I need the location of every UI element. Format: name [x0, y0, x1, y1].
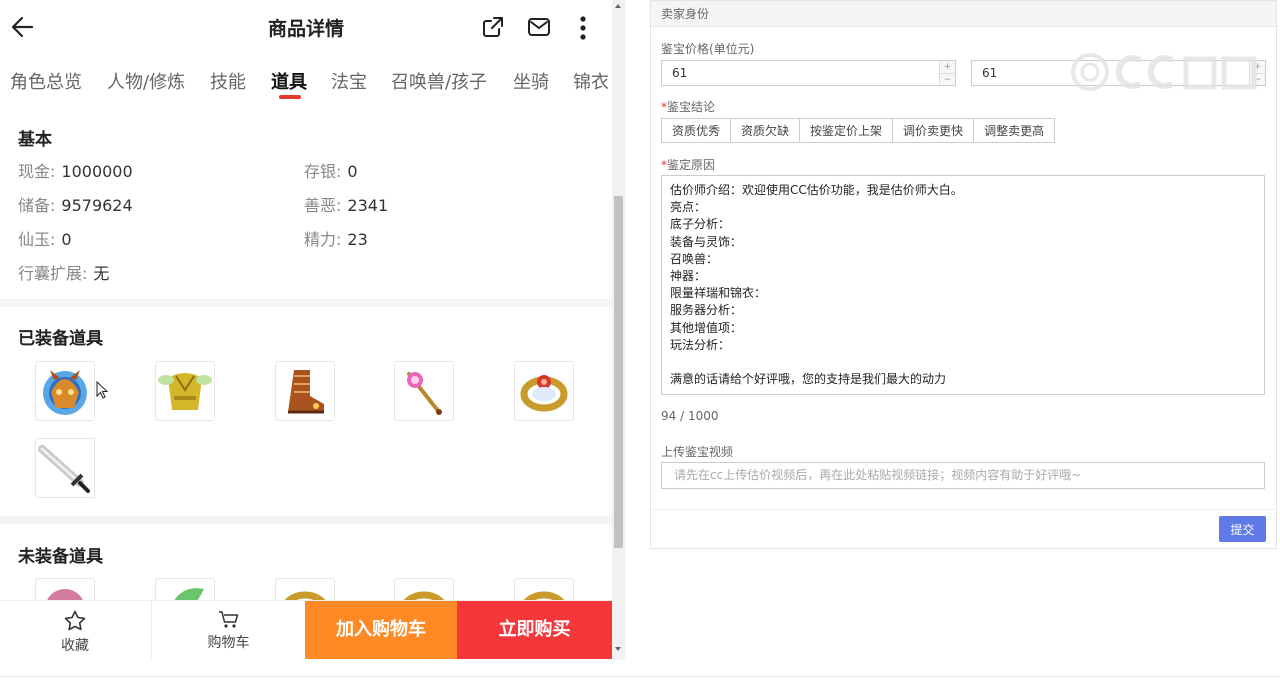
mouse-cursor-icon	[96, 381, 108, 399]
tab-skills[interactable]: 技能	[210, 68, 246, 94]
price-label: 鉴宝价格(单位元)	[661, 42, 755, 56]
minus-icon[interactable]: −	[940, 73, 955, 85]
equipped-item-staff[interactable]	[394, 361, 454, 421]
cart-icon	[219, 611, 239, 628]
price-min-stepper[interactable]: + −	[939, 61, 955, 85]
video-link-input[interactable]: 请先在cc上传估价视频后，再在此处粘贴视频链接；视频内容有助于好评哦~	[661, 462, 1265, 489]
price-max-input[interactable]	[971, 60, 1266, 86]
conclusion-faster-sale-button[interactable]: 调价卖更快	[892, 118, 975, 143]
price-max-stepper[interactable]: + −	[1249, 61, 1265, 85]
reason-textarea[interactable]: 估价师介绍：欢迎使用CC估价功能，我是估价师大白。 亮点： 底子分析： 装备与灵…	[661, 175, 1265, 395]
bag-extension-field: 行囊扩展: 无	[18, 264, 110, 283]
category-tabs: 角色总览 人物/修炼 技能 道具 法宝 召唤兽/孩子 坐骑 锦衣	[0, 56, 612, 106]
more-vertical-icon[interactable]	[573, 14, 593, 42]
conclusion-options: 资质优秀 资质欠缺 按鉴定价上架 调价卖更快 调整卖更高	[661, 118, 1056, 143]
tab-character[interactable]: 人物/修炼	[107, 68, 185, 94]
active-tab-indicator	[279, 95, 301, 99]
conclusion-list-at-price-button[interactable]: 按鉴定价上架	[799, 118, 894, 143]
page-title: 商品详情	[267, 18, 344, 40]
page-scrollbar[interactable]	[612, 0, 625, 660]
tab-pets[interactable]: 召唤兽/孩子	[391, 68, 487, 94]
top-bar: 商品详情	[0, 0, 612, 56]
tab-overview[interactable]: 角色总览	[10, 68, 82, 94]
armor-item-icon	[158, 373, 212, 410]
scroll-down-arrow-icon[interactable]	[615, 647, 621, 651]
star-icon	[64, 610, 86, 631]
panel-title: 卖家身份	[651, 1, 1276, 27]
bottom-action-bar: 收藏 购物车 加入购物车 立即购买	[0, 600, 612, 659]
section-divider	[0, 299, 612, 307]
conclusion-label: *鉴宝结论	[661, 100, 716, 114]
tab-outfits[interactable]: 锦衣	[573, 68, 609, 94]
mail-icon[interactable]	[527, 16, 551, 38]
tab-mounts[interactable]: 坐骑	[513, 68, 549, 94]
form-footer-divider	[651, 509, 1276, 510]
reason-label: *鉴定原因	[661, 158, 716, 172]
jade-field: 仙玉: 0	[18, 230, 72, 249]
add-to-cart-button[interactable]: 加入购物车	[305, 601, 457, 659]
share-icon[interactable]	[481, 15, 505, 39]
sword-item-icon	[38, 445, 90, 493]
ring-item-icon	[520, 375, 568, 412]
scroll-up-arrow-icon[interactable]	[615, 4, 621, 8]
back-arrow-icon[interactable]	[10, 14, 36, 40]
equipped-item-boots[interactable]	[275, 361, 335, 421]
character-counter: 94 / 1000	[661, 409, 719, 423]
conclusion-lacking-button[interactable]: 资质欠缺	[730, 118, 801, 143]
cash-field: 现金: 1000000	[18, 162, 133, 181]
unequipped-section-title: 未装备道具	[18, 547, 103, 567]
cart-label: 购物车	[207, 635, 250, 651]
minus-icon[interactable]: −	[1250, 73, 1265, 85]
buy-now-button[interactable]: 立即购买	[457, 601, 612, 659]
plus-icon[interactable]: +	[940, 61, 955, 73]
helmet-item-icon	[43, 370, 87, 415]
favorite-label: 收藏	[61, 638, 89, 654]
deposit-field: 存银: 0	[304, 162, 358, 181]
submit-button[interactable]: 提交	[1219, 516, 1266, 542]
basic-section-title: 基本	[18, 130, 52, 150]
favorite-button[interactable]: 收藏	[0, 601, 150, 659]
window-bottom-border	[0, 676, 1280, 677]
tab-treasures[interactable]: 法宝	[331, 68, 367, 94]
appraisal-form-panel: 卖家身份 鉴宝价格(单位元) +− +− *鉴宝结论 资质优秀 资质欠缺 按鉴定…	[650, 0, 1277, 549]
price-min-input[interactable]	[661, 60, 956, 86]
scrollbar-thumb[interactable]	[614, 196, 623, 548]
product-detail-page: 商品详情 角色总览 人物/修炼 技能 道具 法宝 召唤兽/孩子 坐骑 锦衣 基本…	[0, 0, 612, 660]
equipped-item-ring[interactable]	[514, 361, 574, 421]
conclusion-excellent-button[interactable]: 资质优秀	[661, 118, 732, 143]
video-label: 上传鉴宝视频	[661, 445, 734, 459]
boots-item-icon	[288, 370, 324, 414]
equipped-item-armor[interactable]	[155, 361, 215, 421]
energy-field: 精力: 23	[304, 230, 368, 249]
equipped-item-helmet[interactable]	[35, 361, 95, 421]
section-divider	[0, 516, 612, 524]
reserve-field: 储备: 9579624	[18, 196, 133, 215]
karma-field: 善恶: 2341	[304, 196, 389, 215]
conclusion-higher-price-button[interactable]: 调整卖更高	[973, 118, 1056, 143]
equipped-section-title: 已装备道具	[18, 329, 103, 349]
equipped-item-sword[interactable]	[35, 438, 95, 498]
plus-icon[interactable]: +	[1250, 61, 1265, 73]
staff-item-icon	[407, 372, 442, 415]
tab-items[interactable]: 道具	[271, 68, 307, 94]
cart-button[interactable]: 购物车	[151, 601, 304, 659]
